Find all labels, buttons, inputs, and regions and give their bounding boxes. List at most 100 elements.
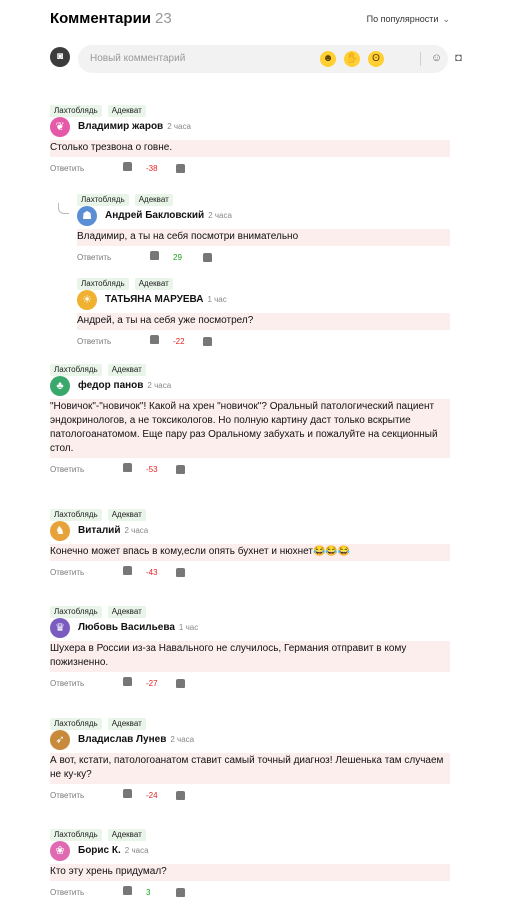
comment-author[interactable]: Андрей Бакловский [105,210,204,221]
thumbs-up-icon[interactable] [123,162,133,174]
user-tag: Адекват [107,105,146,117]
thumbs-up-icon[interactable] [123,463,133,475]
user-tag: Лахтоблядь [77,194,129,206]
comment-time: 2 часа [124,526,149,535]
thumbs-up-icon[interactable] [150,251,160,263]
comments-header: Комментарии 23 По популярности ⌄ [50,10,450,32]
reply-button[interactable]: Ответить [50,465,84,474]
user-avatar-icon: ❀ [55,845,65,857]
user-tag: Адекват [107,829,146,841]
reply-button[interactable]: Ответить [50,791,84,800]
comment-text: Кто эту хрень придумал? [50,864,450,881]
thumbs-down-icon[interactable] [176,791,186,803]
emoji-picker-icon[interactable]: ☺ [430,52,443,65]
grin-emoji-icon[interactable]: ☻ [320,51,336,67]
avatar[interactable]: ◙ [50,47,70,67]
user-tag: Лахтоблядь [77,278,129,290]
comment-text: Конечно может впась в кому,если опять бу… [50,544,450,561]
thumbs-up-icon[interactable] [123,677,133,689]
user-tag: Адекват [107,606,146,618]
thumbs-down-icon[interactable] [176,465,186,477]
comments-title: Комментарии [50,10,152,27]
avatar[interactable]: ☗ [77,206,97,226]
comment-text: Столько трезвона о говне. [50,140,450,157]
thumbs-down-icon[interactable] [176,568,186,580]
comment-time: 2 часа [147,381,172,390]
comment-score: -43 [146,568,158,577]
new-comment-placeholder: Новый комментарий [90,53,186,64]
sort-label: По популярности [366,14,439,24]
avatar[interactable]: ♞ [50,521,70,541]
thumbs-up-icon[interactable] [123,789,133,801]
avatar[interactable]: ♛ [50,618,70,638]
user-avatar-icon: ♞ [55,525,65,537]
comment-author[interactable]: Виталий [78,525,120,536]
comment-time: 2 часа [170,735,195,744]
thumbs-down-icon[interactable] [176,888,186,900]
comment-author[interactable]: Владимир жаров [78,121,163,132]
thumbs-down-icon[interactable] [176,164,186,176]
comment-time: 2 часа [124,846,149,855]
toolbar-divider [420,52,421,66]
reply-button[interactable]: Ответить [77,337,111,346]
comment-item: Лахтоблядь Адекват ☗ Андрей Бакловский 2 ч… [77,189,450,266]
comment-score: -53 [146,465,158,474]
surprised-emoji-icon[interactable]: ʘ [368,51,384,67]
user-avatar-icon: ♣ [56,380,64,392]
user-avatar-icon: ☀ [82,294,92,306]
comment-score: -27 [146,679,158,688]
user-tag: Адекват [107,364,146,376]
user-tag: Адекват [107,718,146,730]
comment-score: 3 [146,888,151,897]
comment-item: Лахтоблядь Адекват ♣ федор панов 2 часа "Н… [50,359,450,478]
user-tag: Адекват [134,278,173,290]
comment-item: Лахтоблядь Адекват ❦ Владимир жаров 2 часа… [50,100,450,177]
clap-emoji-icon[interactable]: ✋ [344,51,360,67]
comment-score: -24 [146,791,158,800]
user-avatar-icon: ♛ [55,622,65,634]
thumbs-down-icon[interactable] [176,679,186,691]
user-tag: Лахтоблядь [50,718,102,730]
avatar[interactable]: ➶ [50,730,70,750]
comment-author[interactable]: ТАТЬЯНА МАРУЕВА [105,294,203,305]
comment-text: Владимир, а ты на себя посмотри внимател… [77,229,450,246]
reply-button[interactable]: Ответить [50,679,84,688]
reply-button[interactable]: Ответить [77,253,111,262]
thumbs-up-icon[interactable] [150,335,160,347]
user-tag: Адекват [134,194,173,206]
user-tag: Адекват [107,509,146,521]
reply-thread-line [58,203,69,214]
comment-author[interactable]: Любовь Васильева [78,622,175,633]
avatar[interactable]: ♣ [50,376,70,396]
thumbs-down-icon[interactable] [203,337,213,349]
user-avatar-icon: ☗ [82,210,92,222]
image-upload-icon[interactable]: ◘ [452,52,465,65]
comment-item: Лахтоблядь Адекват ☀ ТАТЬЯНА МАРУЕВА 1 час… [77,273,450,350]
avatar[interactable]: ❀ [50,841,70,861]
comment-item: Лахтоблядь Адекват ➶ Владислав Лунев 2 час… [50,713,450,804]
comment-author[interactable]: Борис К. [78,845,121,856]
reply-button[interactable]: Ответить [50,888,84,897]
avatar[interactable]: ❦ [50,117,70,137]
user-tag: Лахтоблядь [50,105,102,117]
new-comment-bar: ◙ Новый комментарий ☻ ✋ ʘ ☺ ◘ [50,45,462,73]
comment-score: -38 [146,164,158,173]
user-tag: Лахтоблядь [50,509,102,521]
comment-score: 29 [173,253,182,262]
thumbs-up-icon[interactable] [123,886,133,898]
user-tag: Лахтоблядь [50,829,102,841]
thumbs-down-icon[interactable] [203,253,213,265]
thumbs-up-icon[interactable] [123,566,133,578]
comment-author[interactable]: федор панов [78,380,143,391]
avatar[interactable]: ☀ [77,290,97,310]
new-comment-input[interactable]: Новый комментарий ☻ ✋ ʘ ☺ ◘ [78,45,462,73]
comment-score: -22 [173,337,185,346]
chevron-down-icon: ⌄ [442,14,450,24]
sort-dropdown[interactable]: По популярности ⌄ [367,14,450,25]
reply-button[interactable]: Ответить [50,164,84,173]
reply-button[interactable]: Ответить [50,568,84,577]
user-tag: Лахтоблядь [50,606,102,618]
comment-author[interactable]: Владислав Лунев [78,734,166,745]
comments-count: 23 [155,10,172,27]
comment-time: 1 час [178,623,199,632]
